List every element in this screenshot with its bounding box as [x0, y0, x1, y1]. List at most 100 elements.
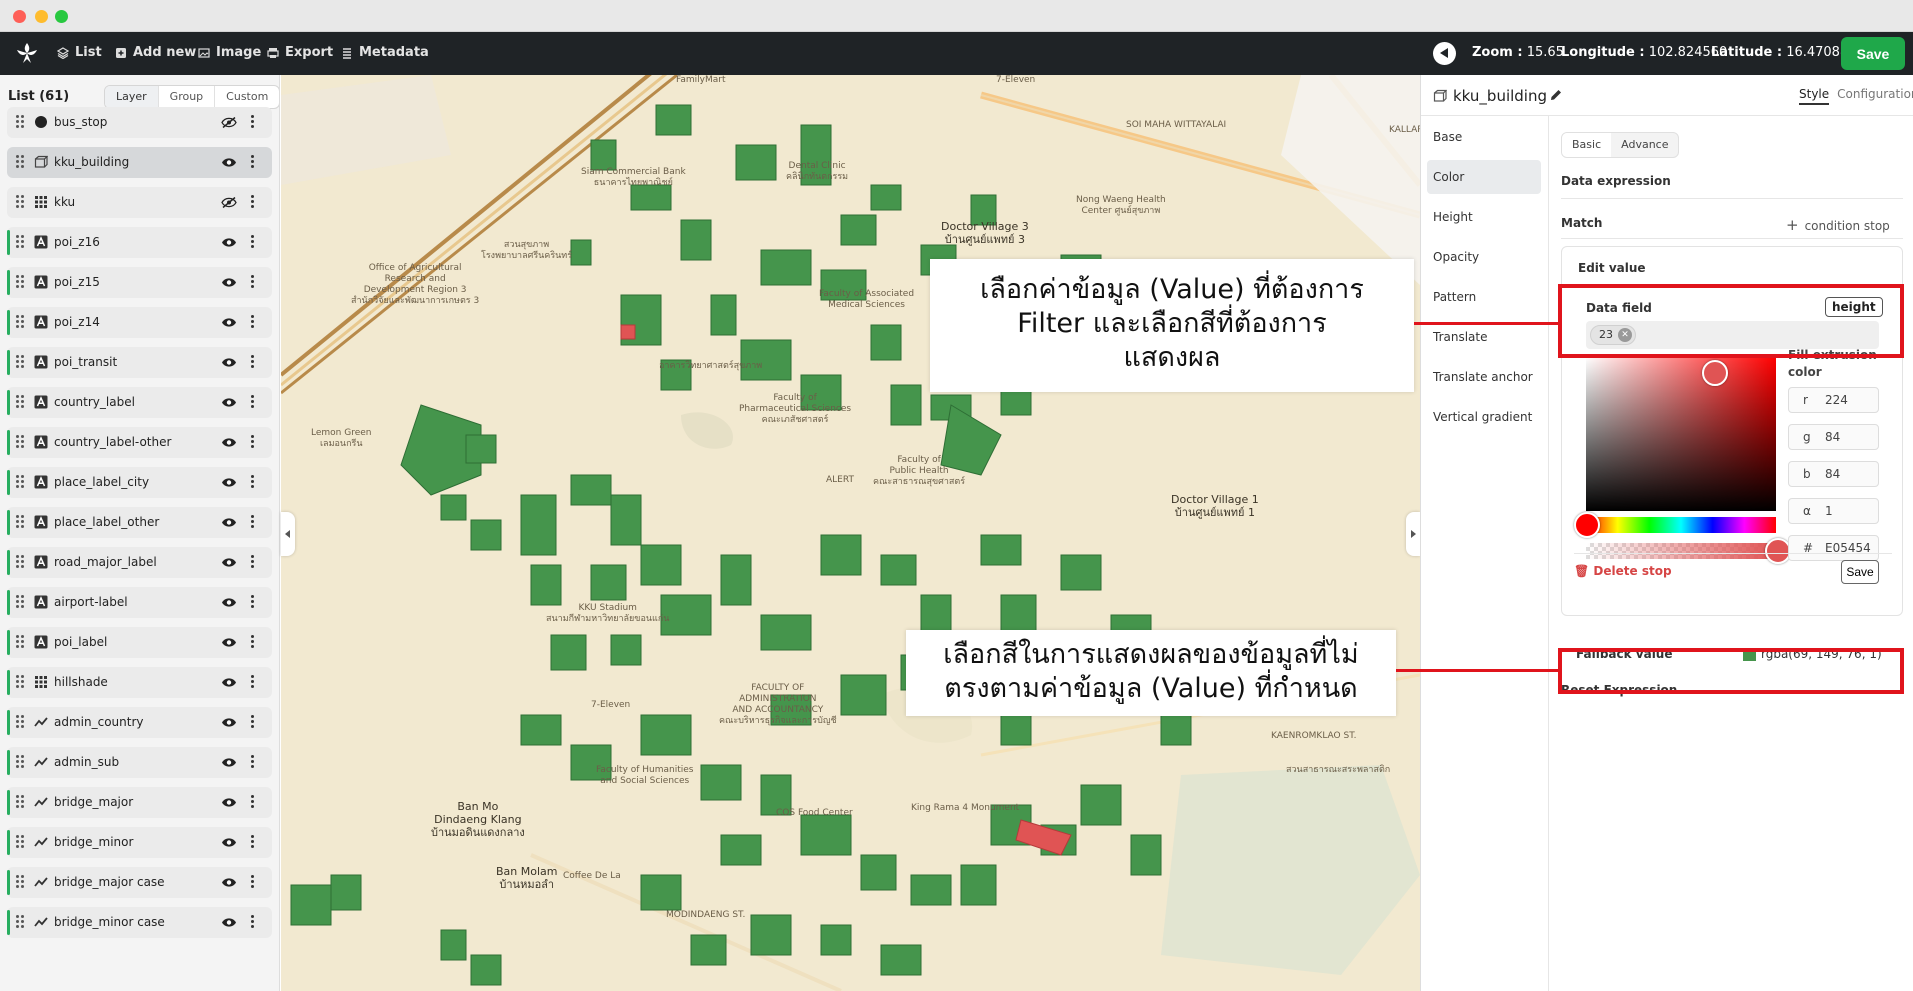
layer-row-bridge-minor[interactable]: bridge_minor [7, 827, 272, 858]
more-options-icon[interactable] [251, 715, 254, 729]
save-button[interactable]: Save [1841, 37, 1905, 70]
drag-handle-icon[interactable] [16, 395, 24, 409]
eye-icon[interactable] [221, 157, 237, 168]
eye-icon[interactable] [221, 637, 237, 648]
more-options-icon[interactable] [251, 395, 254, 409]
tab-style[interactable]: Style [1799, 87, 1830, 105]
category-base[interactable]: Base [1427, 120, 1541, 154]
drag-handle-icon[interactable] [16, 795, 24, 809]
more-options-icon[interactable] [251, 115, 254, 129]
layer-row-hillshade[interactable]: hillshade [7, 667, 272, 698]
more-options-icon[interactable] [251, 755, 254, 769]
category-height[interactable]: Height [1427, 200, 1541, 234]
layer-row-kku-building[interactable]: kku_building [7, 147, 272, 178]
tab-group[interactable]: Group [159, 86, 216, 108]
green-channel-input[interactable]: g 84 [1788, 424, 1879, 450]
eye-off-icon[interactable] [221, 116, 237, 129]
more-options-icon[interactable] [251, 835, 254, 849]
eye-icon[interactable] [221, 717, 237, 728]
layer-row-poi-z15[interactable]: poi_z15 [7, 267, 272, 298]
more-options-icon[interactable] [251, 675, 254, 689]
drag-handle-icon[interactable] [16, 195, 24, 209]
drag-handle-icon[interactable] [16, 155, 24, 169]
category-color[interactable]: Color [1427, 160, 1541, 194]
eye-icon[interactable] [221, 557, 237, 568]
drag-handle-icon[interactable] [16, 675, 24, 689]
collapse-right-panel-button[interactable] [1406, 512, 1420, 556]
drag-handle-icon[interactable] [16, 435, 24, 449]
layer-row-bridge-major[interactable]: bridge_major [7, 787, 272, 818]
layer-row-airport-label[interactable]: airport-label [7, 587, 272, 618]
more-options-icon[interactable] [251, 315, 254, 329]
eye-icon[interactable] [221, 277, 237, 288]
category-pattern[interactable]: Pattern [1427, 280, 1541, 314]
alpha-channel-input[interactable]: α1 [1788, 498, 1879, 524]
more-options-icon[interactable] [251, 235, 254, 249]
category-vertical-gradient[interactable]: Vertical gradient [1427, 400, 1541, 434]
drag-handle-icon[interactable] [16, 235, 24, 249]
hue-slider[interactable] [1586, 517, 1776, 533]
layer-row-bridge-minor-case[interactable]: bridge_minor case [7, 907, 272, 938]
layer-row-country-label-other[interactable]: country_label-other [7, 427, 272, 458]
collapse-left-panel-button[interactable] [281, 512, 295, 556]
more-options-icon[interactable] [251, 435, 254, 449]
layer-row-admin-sub[interactable]: admin_sub [7, 747, 272, 778]
tab-basic[interactable]: Basic [1562, 133, 1612, 157]
category-translate[interactable]: Translate [1427, 320, 1541, 354]
drag-handle-icon[interactable] [16, 835, 24, 849]
eye-icon[interactable] [221, 517, 237, 528]
red-channel-input[interactable]: r 224 [1788, 387, 1879, 413]
more-options-icon[interactable] [251, 155, 254, 169]
tab-layer[interactable]: Layer [105, 86, 159, 108]
eye-icon[interactable] [221, 917, 237, 928]
more-options-icon[interactable] [251, 595, 254, 609]
saturation-handle[interactable] [1702, 360, 1728, 386]
drag-handle-icon[interactable] [16, 115, 24, 129]
drag-handle-icon[interactable] [16, 755, 24, 769]
eye-off-icon[interactable] [221, 196, 237, 209]
eye-icon[interactable] [221, 797, 237, 808]
layer-row-poi-z16[interactable]: poi_z16 [7, 227, 272, 258]
tab-custom[interactable]: Custom [215, 86, 279, 108]
tab-configuration[interactable]: Configuration [1837, 87, 1913, 105]
drag-handle-icon[interactable] [16, 275, 24, 289]
layer-row-poi-transit[interactable]: poi_transit [7, 347, 272, 378]
toolbar-export-button[interactable]: Export [267, 45, 333, 60]
category-translate-anchor[interactable]: Translate anchor [1427, 360, 1541, 394]
eye-icon[interactable] [221, 237, 237, 248]
eye-icon[interactable] [221, 437, 237, 448]
layer-row-place-label-city[interactable]: place_label_city [7, 467, 272, 498]
hue-handle[interactable] [1574, 512, 1600, 538]
layer-row-road-major-label[interactable]: road_major_label [7, 547, 272, 578]
toolbar-list-button[interactable]: List [57, 45, 102, 60]
toolbar-image-button[interactable]: Image [198, 45, 261, 60]
layer-row-admin-country[interactable]: admin_country [7, 707, 272, 738]
more-options-icon[interactable] [251, 915, 254, 929]
edit-name-icon[interactable] [1549, 88, 1563, 102]
more-options-icon[interactable] [251, 275, 254, 289]
toolbar-metadata-button[interactable]: Metadata [341, 45, 429, 60]
eye-icon[interactable] [221, 877, 237, 888]
drag-handle-icon[interactable] [16, 875, 24, 889]
more-options-icon[interactable] [251, 795, 254, 809]
more-options-icon[interactable] [251, 875, 254, 889]
more-options-icon[interactable] [251, 195, 254, 209]
layer-row-place-label-other[interactable]: place_label_other [7, 507, 272, 538]
more-options-icon[interactable] [251, 475, 254, 489]
eye-icon[interactable] [221, 837, 237, 848]
eye-icon[interactable] [221, 757, 237, 768]
drag-handle-icon[interactable] [16, 475, 24, 489]
alpha-slider[interactable] [1586, 543, 1776, 559]
blue-channel-input[interactable]: b 84 [1788, 461, 1879, 487]
saturation-area[interactable] [1586, 357, 1776, 511]
delete-stop-button[interactable]: 🗑 Delete stop [1574, 564, 1672, 578]
eye-icon[interactable] [221, 597, 237, 608]
drag-handle-icon[interactable] [16, 355, 24, 369]
more-options-icon[interactable] [251, 635, 254, 649]
hex-input[interactable]: # E05454 [1788, 535, 1879, 561]
map-canvas[interactable]: FamilyMart 7-Eleven SOI MAHA WITTAYALAI KAL… [281, 75, 1420, 991]
eye-icon[interactable] [221, 477, 237, 488]
category-opacity[interactable]: Opacity [1427, 240, 1541, 274]
layer-row-country-label[interactable]: country_label [7, 387, 272, 418]
toolbar-add-new-button[interactable]: Add new [115, 45, 196, 60]
